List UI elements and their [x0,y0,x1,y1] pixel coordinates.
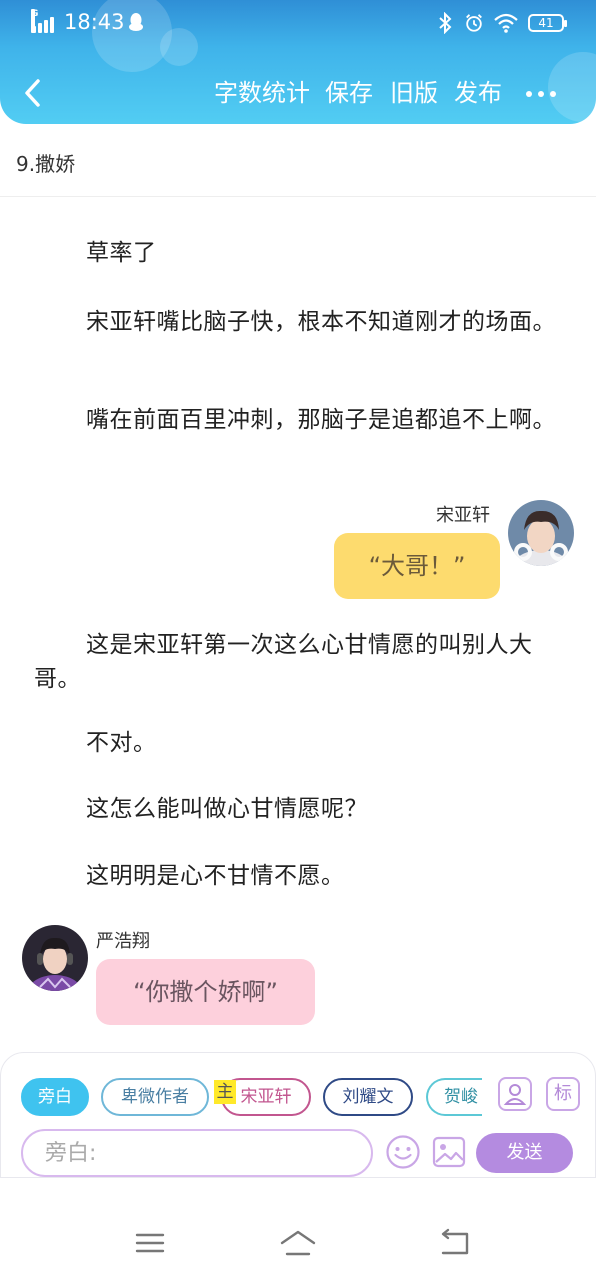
battery-level: 41 [538,16,554,30]
person-icon-glyph [503,1084,527,1105]
system-navigation-bar [0,1178,596,1280]
dialog-bubble-pink[interactable]: “你撒个娇啊” [96,959,315,1025]
signal-icon: G [31,9,58,33]
narration-paragraph[interactable]: 草率了 [34,236,566,270]
send-button[interactable]: 发送 [476,1133,573,1173]
publish-button[interactable]: 发布 [454,78,502,108]
chevron-left-icon[interactable] [18,76,48,110]
menu-icon[interactable] [130,1226,170,1260]
image-icon[interactable] [432,1135,466,1169]
input-panel: 旁白 卑微作者 宋亚轩 主 刘耀文 贺峻 标 发送 [0,1052,596,1178]
dialog-text-input[interactable] [21,1129,373,1177]
speaker-name: 严浩翔 [96,931,150,952]
app-header: G 18:43 41 字数统计 保存 旧版 发布 [0,0,596,124]
divider [0,196,596,197]
word-count-button[interactable]: 字数统计 [214,78,310,108]
tag-button[interactable]: 标 [546,1077,580,1111]
battery-icon: 41 [528,14,567,32]
bluetooth-icon [439,12,452,34]
role-chip-liu-yaowen[interactable]: 刘耀文 [323,1078,413,1116]
role-chip-he-junlin[interactable]: 贺峻 [426,1078,482,1116]
status-bar: G 18:43 41 [0,0,596,46]
narration-paragraph[interactable]: 这是宋亚轩第一次这么心甘情愿的叫别人大哥。 [34,628,566,696]
dialog-bubble-yellow[interactable]: “大哥！” [334,533,500,599]
narration-paragraph[interactable]: 嘴在前面百里冲刺，那脑子是追都追不上啊。 [34,403,566,437]
narration-paragraph[interactable]: 不对。 [34,726,566,760]
avatar[interactable] [508,500,574,566]
alarm-icon [466,14,482,32]
emoji-smile-icon[interactable] [385,1134,421,1170]
narration-paragraph[interactable]: 这怎么能叫做心甘情愿呢？ [34,792,566,826]
avatar-image [508,500,574,566]
speaker-name: 宋亚轩 [436,505,490,526]
tag-label: 标 [554,1083,572,1104]
role-chip-author[interactable]: 卑微作者 [101,1078,209,1116]
chapter-title[interactable]: 9.撒娇 [16,148,75,177]
editor-toolbar: 字数统计 保存 旧版 发布 [0,62,596,124]
wifi-icon [494,13,518,33]
save-button[interactable]: 保存 [325,78,373,108]
role-chip-narration[interactable]: 旁白 [21,1078,89,1116]
avatar[interactable] [22,925,88,991]
status-time: 18:43 [64,10,125,34]
host-badge: 主 [214,1080,236,1104]
home-icon[interactable] [278,1226,318,1260]
back-icon[interactable] [435,1226,475,1260]
qq-penguin-icon [129,13,143,31]
narration-paragraph[interactable]: 这明明是心不甘情不愿。 [34,859,566,893]
person-icon[interactable] [498,1077,532,1111]
avatar-image [22,925,88,991]
more-dots-icon[interactable] [522,76,562,110]
old-version-button[interactable]: 旧版 [390,78,438,108]
status-icons: 41 [435,11,567,35]
narration-paragraph[interactable]: 宋亚轩嘴比脑子快，根本不知道刚才的场面。 [34,305,566,339]
